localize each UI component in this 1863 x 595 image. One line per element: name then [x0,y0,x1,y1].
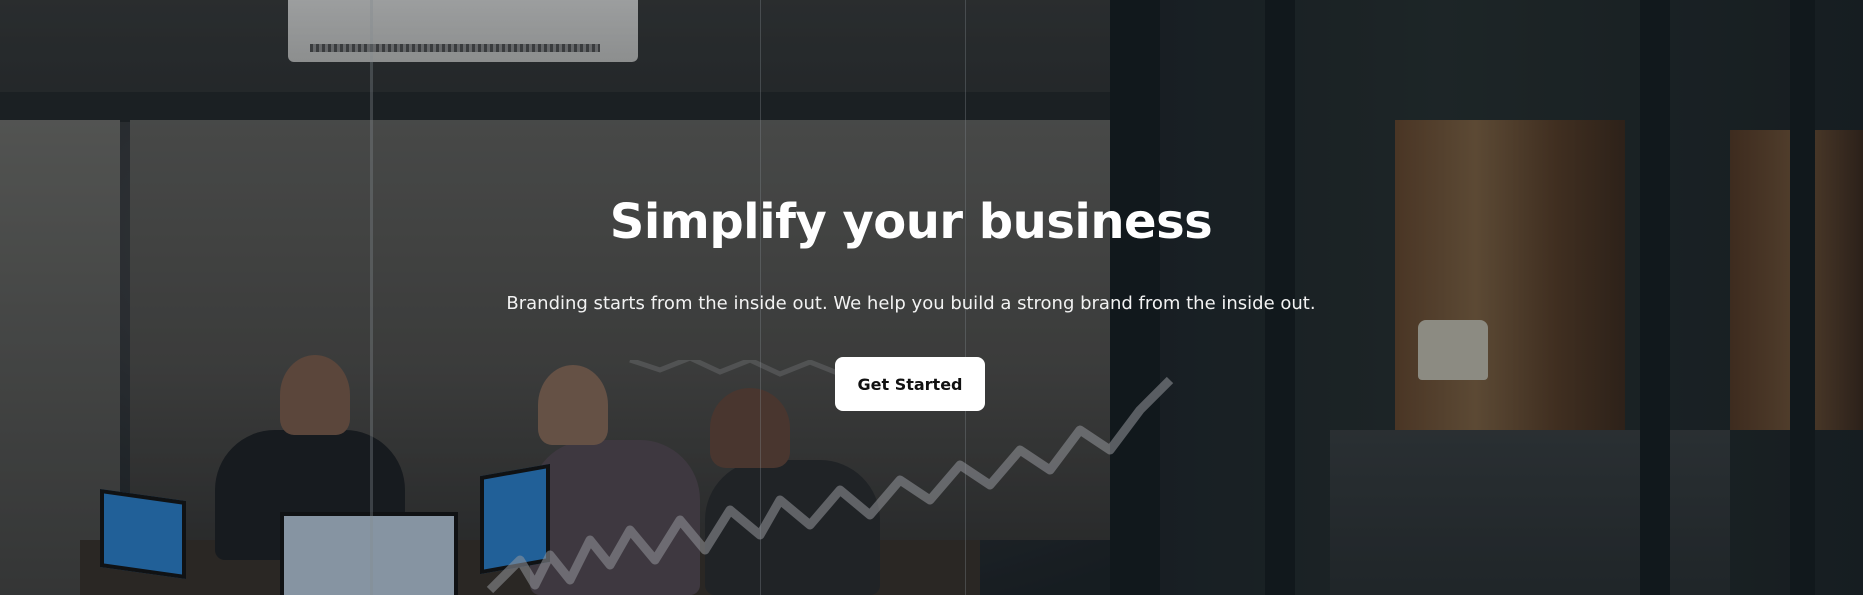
hero-subtitle: Branding starts from the inside out. We … [506,293,1316,314]
get-started-button[interactable]: Get Started [835,357,985,411]
hero-section: Simplify your business Branding starts f… [0,0,1863,595]
hero-content: Simplify your business Branding starts f… [0,0,1863,595]
hero-title: Simplify your business [609,194,1213,250]
